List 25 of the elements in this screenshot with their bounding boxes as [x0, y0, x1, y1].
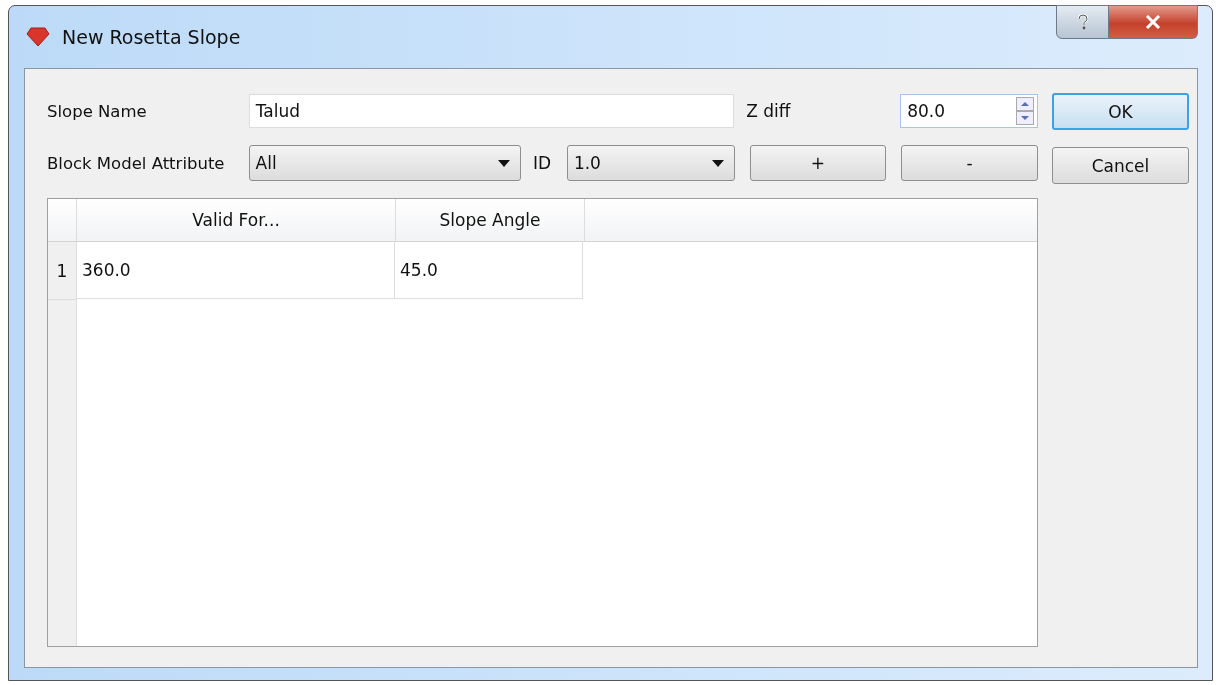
field-label: ID — [531, 153, 553, 173]
z-diff-spinbox[interactable]: 80.0 — [900, 94, 1038, 128]
close-icon — [1145, 15, 1161, 29]
table-cell[interactable]: 45.0 — [395, 242, 583, 299]
spin-arrows-icon — [1016, 97, 1034, 125]
table-cell[interactable]: 360.0 — [77, 242, 395, 299]
field-label: Z diff — [745, 101, 792, 121]
dropdown-arrow-icon — [711, 159, 724, 167]
ruby-gem-icon — [26, 27, 50, 47]
help-button[interactable] — [1056, 5, 1109, 39]
dropdown-arrow-icon — [497, 159, 510, 167]
help-icon — [1076, 14, 1089, 30]
field-label: Slope Name — [47, 101, 148, 121]
remove-button[interactable]: - — [901, 145, 1038, 181]
add-button[interactable]: + — [749, 145, 887, 181]
column-header[interactable]: Valid For... — [77, 199, 396, 241]
slope-name-field[interactable]: Talud — [248, 94, 735, 128]
id-dropdown[interactable]: 1.0 — [566, 145, 735, 181]
close-button[interactable] — [1109, 5, 1198, 39]
ok-button[interactable]: OK — [1052, 93, 1189, 130]
attribute-dropdown[interactable]: All — [248, 145, 521, 181]
column-header[interactable]: Slope Angle — [396, 199, 585, 241]
cancel-button[interactable]: Cancel — [1052, 147, 1189, 184]
window-title: New Rosetta Slope — [62, 26, 241, 48]
field-label: Block Model Attribute — [47, 153, 226, 173]
